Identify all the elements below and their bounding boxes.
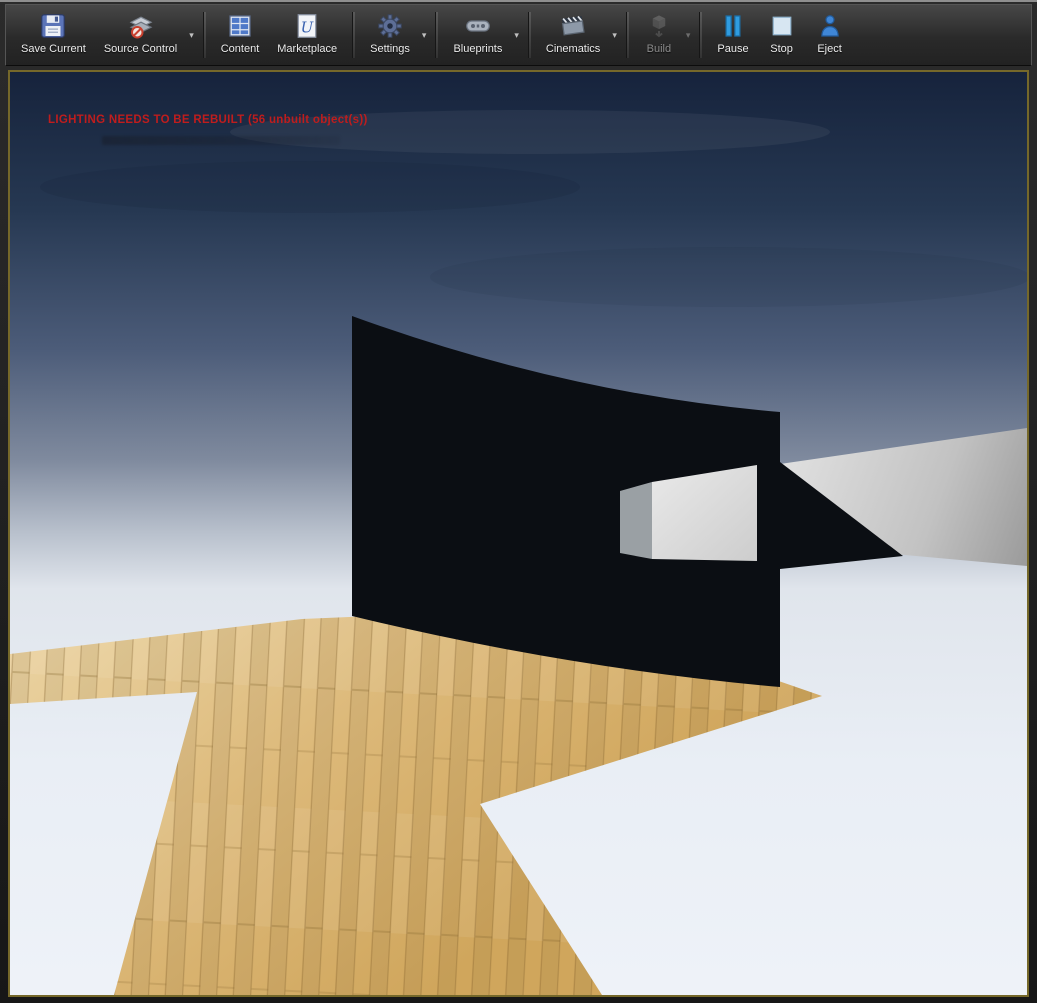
toolbar-label-source-control: Source Control bbox=[103, 43, 178, 55]
scene-3d bbox=[10, 72, 1027, 995]
faded-text-artifact bbox=[102, 136, 340, 145]
toolbar-button-settings[interactable]: Settings bbox=[361, 7, 419, 63]
svg-text:U: U bbox=[301, 18, 315, 36]
lighting-warning-text: LIGHTING NEEDS TO BE REBUILT (56 unbuilt… bbox=[48, 114, 368, 126]
toolbar-button-build: Build bbox=[635, 7, 683, 63]
pie-viewport[interactable]: LIGHTING NEEDS TO BE REBUILT (56 unbuilt… bbox=[8, 70, 1029, 997]
toolbar-label-build: Build bbox=[646, 43, 672, 55]
toolbar-label-content: Content bbox=[220, 43, 260, 55]
toolbar-label-marketplace: Marketplace bbox=[277, 43, 338, 55]
content-icon bbox=[225, 11, 255, 41]
toolbar-separator bbox=[352, 12, 356, 58]
toolbar-button-save-current[interactable]: Save Current bbox=[12, 7, 95, 63]
toolbar-label-stop: Stop bbox=[770, 43, 793, 55]
toolbar-separator bbox=[527, 12, 531, 58]
toolbar-separator bbox=[435, 12, 439, 58]
main-toolbar: Save Current Source Control ▾ Content U Marke… bbox=[5, 4, 1032, 66]
settings-icon bbox=[375, 11, 405, 41]
toolbar-label-blueprints: Blueprints bbox=[453, 43, 503, 55]
chevron-down-icon-blueprints[interactable]: ▾ bbox=[511, 7, 522, 63]
cube-left-face bbox=[620, 482, 652, 559]
chevron-down-icon-source-control[interactable]: ▾ bbox=[186, 7, 197, 63]
toolbar-separator bbox=[625, 12, 629, 58]
toolbar-button-cinematics[interactable]: Cinematics bbox=[537, 7, 609, 63]
cloud-streak bbox=[40, 161, 580, 213]
toolbar-button-pause[interactable]: Pause bbox=[708, 7, 757, 63]
toolbar-button-marketplace[interactable]: U Marketplace bbox=[268, 7, 346, 63]
unreal-editor-window: Save Current Source Control ▾ Content U Marke… bbox=[0, 0, 1037, 1003]
toolbar-button-source-control[interactable]: Source Control bbox=[95, 7, 186, 63]
cinematics-icon bbox=[558, 11, 588, 41]
chevron-down-icon-build: ▾ bbox=[685, 29, 691, 40]
toolbar-button-eject[interactable]: Eject bbox=[806, 7, 854, 63]
toolbar-button-blueprints[interactable]: Blueprints bbox=[444, 7, 511, 63]
eject-icon bbox=[815, 11, 845, 41]
pause-icon bbox=[718, 11, 748, 41]
save-icon bbox=[38, 11, 68, 41]
marketplace-icon: U bbox=[292, 11, 322, 41]
build-icon bbox=[644, 11, 674, 41]
chevron-down-icon-settings[interactable]: ▾ bbox=[419, 7, 430, 63]
toolbar-label-eject: Eject bbox=[817, 43, 842, 55]
source-control-icon bbox=[126, 11, 156, 41]
toolbar-label-save-current: Save Current bbox=[21, 43, 86, 55]
toolbar-label-cinematics: Cinematics bbox=[545, 43, 601, 55]
blueprints-icon bbox=[463, 11, 493, 41]
stop-icon bbox=[767, 11, 797, 41]
toolbar-button-content[interactable]: Content bbox=[212, 7, 269, 63]
toolbar-button-stop[interactable]: Stop bbox=[758, 7, 806, 63]
toolbar-label-pause: Pause bbox=[717, 43, 749, 55]
toolbar-separator bbox=[202, 12, 206, 58]
toolbar-separator bbox=[699, 12, 703, 58]
cloud-streak bbox=[430, 247, 1027, 307]
toolbar-label-settings: Settings bbox=[370, 43, 410, 55]
chevron-down-icon-cinematics[interactable]: ▾ bbox=[609, 7, 620, 63]
